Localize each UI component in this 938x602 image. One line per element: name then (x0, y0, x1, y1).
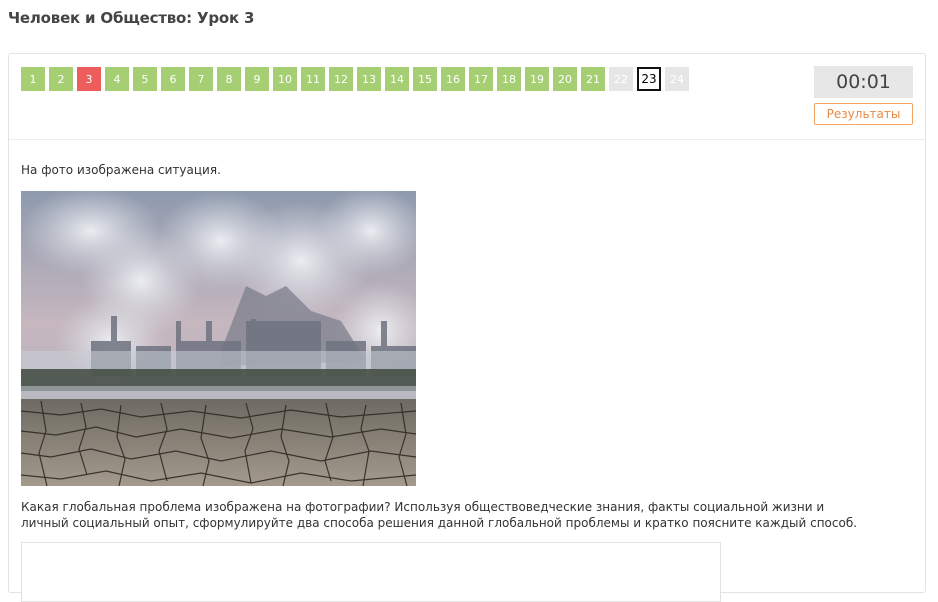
question-button-6[interactable]: 6 (161, 67, 185, 91)
question-button-22[interactable]: 22 (609, 67, 633, 91)
question-button-21[interactable]: 21 (581, 67, 605, 91)
question-button-17[interactable]: 17 (469, 67, 493, 91)
question-button-11[interactable]: 11 (301, 67, 325, 91)
question-button-24[interactable]: 24 (665, 67, 689, 91)
question-button-5[interactable]: 5 (133, 67, 157, 91)
question-button-4[interactable]: 4 (105, 67, 129, 91)
lesson-panel: 1 2 3 4 5 6 7 8 9 10 11 12 13 14 15 16 17 18 19 20 21 22 23 24 … (8, 53, 926, 602)
question-photo (21, 191, 416, 486)
question-button-18[interactable]: 18 (497, 67, 521, 91)
question-intro: На фото изображена ситуация. (21, 163, 221, 177)
question-button-2[interactable]: 2 (49, 67, 73, 91)
question-button-23[interactable]: 23 (637, 67, 661, 91)
question-button-13[interactable]: 13 (357, 67, 381, 91)
question-button-12[interactable]: 12 (329, 67, 353, 91)
question-button-1[interactable]: 1 (21, 67, 45, 91)
question-button-7[interactable]: 7 (189, 67, 213, 91)
page-title: Человек и Общество: Урок 3 (8, 9, 255, 27)
question-button-19[interactable]: 19 (525, 67, 549, 91)
results-button[interactable]: Результаты (814, 103, 913, 125)
question-button-16[interactable]: 16 (441, 67, 465, 91)
timer: 00:01 (814, 66, 913, 98)
question-button-10[interactable]: 10 (273, 67, 297, 91)
panel-header: 1 2 3 4 5 6 7 8 9 10 11 12 13 14 15 16 17 18 19 20 21 22 23 24 … (9, 54, 925, 140)
question-navigation: 1 2 3 4 5 6 7 8 9 10 11 12 13 14 15 16 17 18 19 20 21 22 23 24 (21, 67, 689, 91)
question-button-15[interactable]: 15 (413, 67, 437, 91)
question-text: Какая глобальная проблема изображена на … (21, 500, 858, 530)
question-button-20[interactable]: 20 (553, 67, 577, 91)
question-button-9[interactable]: 9 (245, 67, 269, 91)
question-button-8[interactable]: 8 (217, 67, 241, 91)
question-button-14[interactable]: 14 (385, 67, 409, 91)
question-button-3[interactable]: 3 (77, 67, 101, 91)
answer-field[interactable] (21, 542, 721, 602)
